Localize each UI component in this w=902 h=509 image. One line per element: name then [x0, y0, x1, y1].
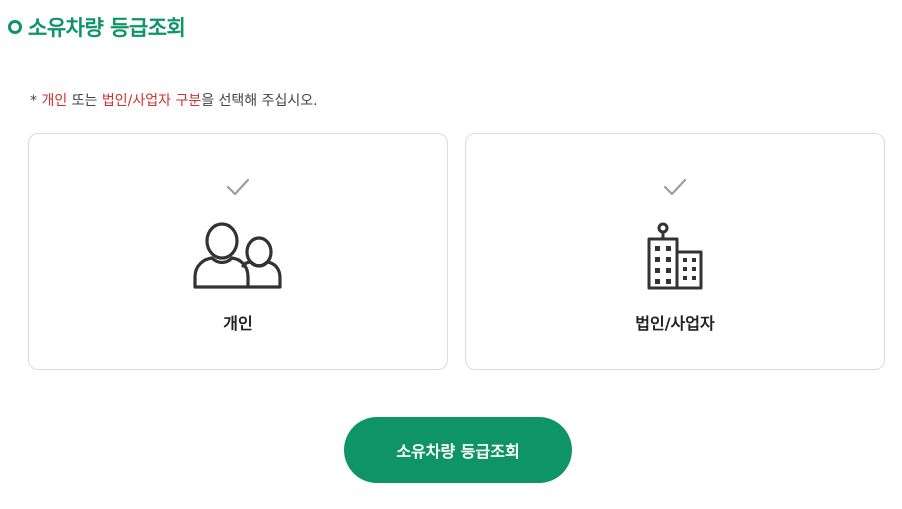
building-icon: [647, 222, 703, 290]
notice-prefix: *: [30, 93, 42, 109]
people-icon: [193, 222, 282, 289]
personal-option-label: 개인: [223, 314, 253, 333]
notice-highlight-personal: 개인: [41, 93, 68, 109]
circle-bullet-icon: [8, 20, 22, 34]
selection-notice: * 개인 또는 법인/사업자 구분을 선택해 주십시오.: [30, 90, 318, 110]
notice-suffix: 을 선택해 주십시오.: [201, 93, 318, 109]
check-icon: [226, 178, 250, 196]
business-option-card[interactable]: 법인/사업자: [465, 133, 885, 370]
notice-mid: 또는: [67, 93, 102, 109]
business-option-label: 법인/사업자: [635, 314, 715, 333]
vehicle-grade-inquiry-button[interactable]: 소유차량 등급조회: [344, 417, 572, 483]
personal-option-card[interactable]: 개인: [28, 133, 448, 370]
notice-highlight-business: 법인/사업자 구분: [101, 93, 202, 109]
page-title: 소유차량 등급조회: [8, 12, 186, 42]
check-icon: [663, 178, 687, 196]
page-title-text: 소유차량 등급조회: [28, 16, 186, 40]
